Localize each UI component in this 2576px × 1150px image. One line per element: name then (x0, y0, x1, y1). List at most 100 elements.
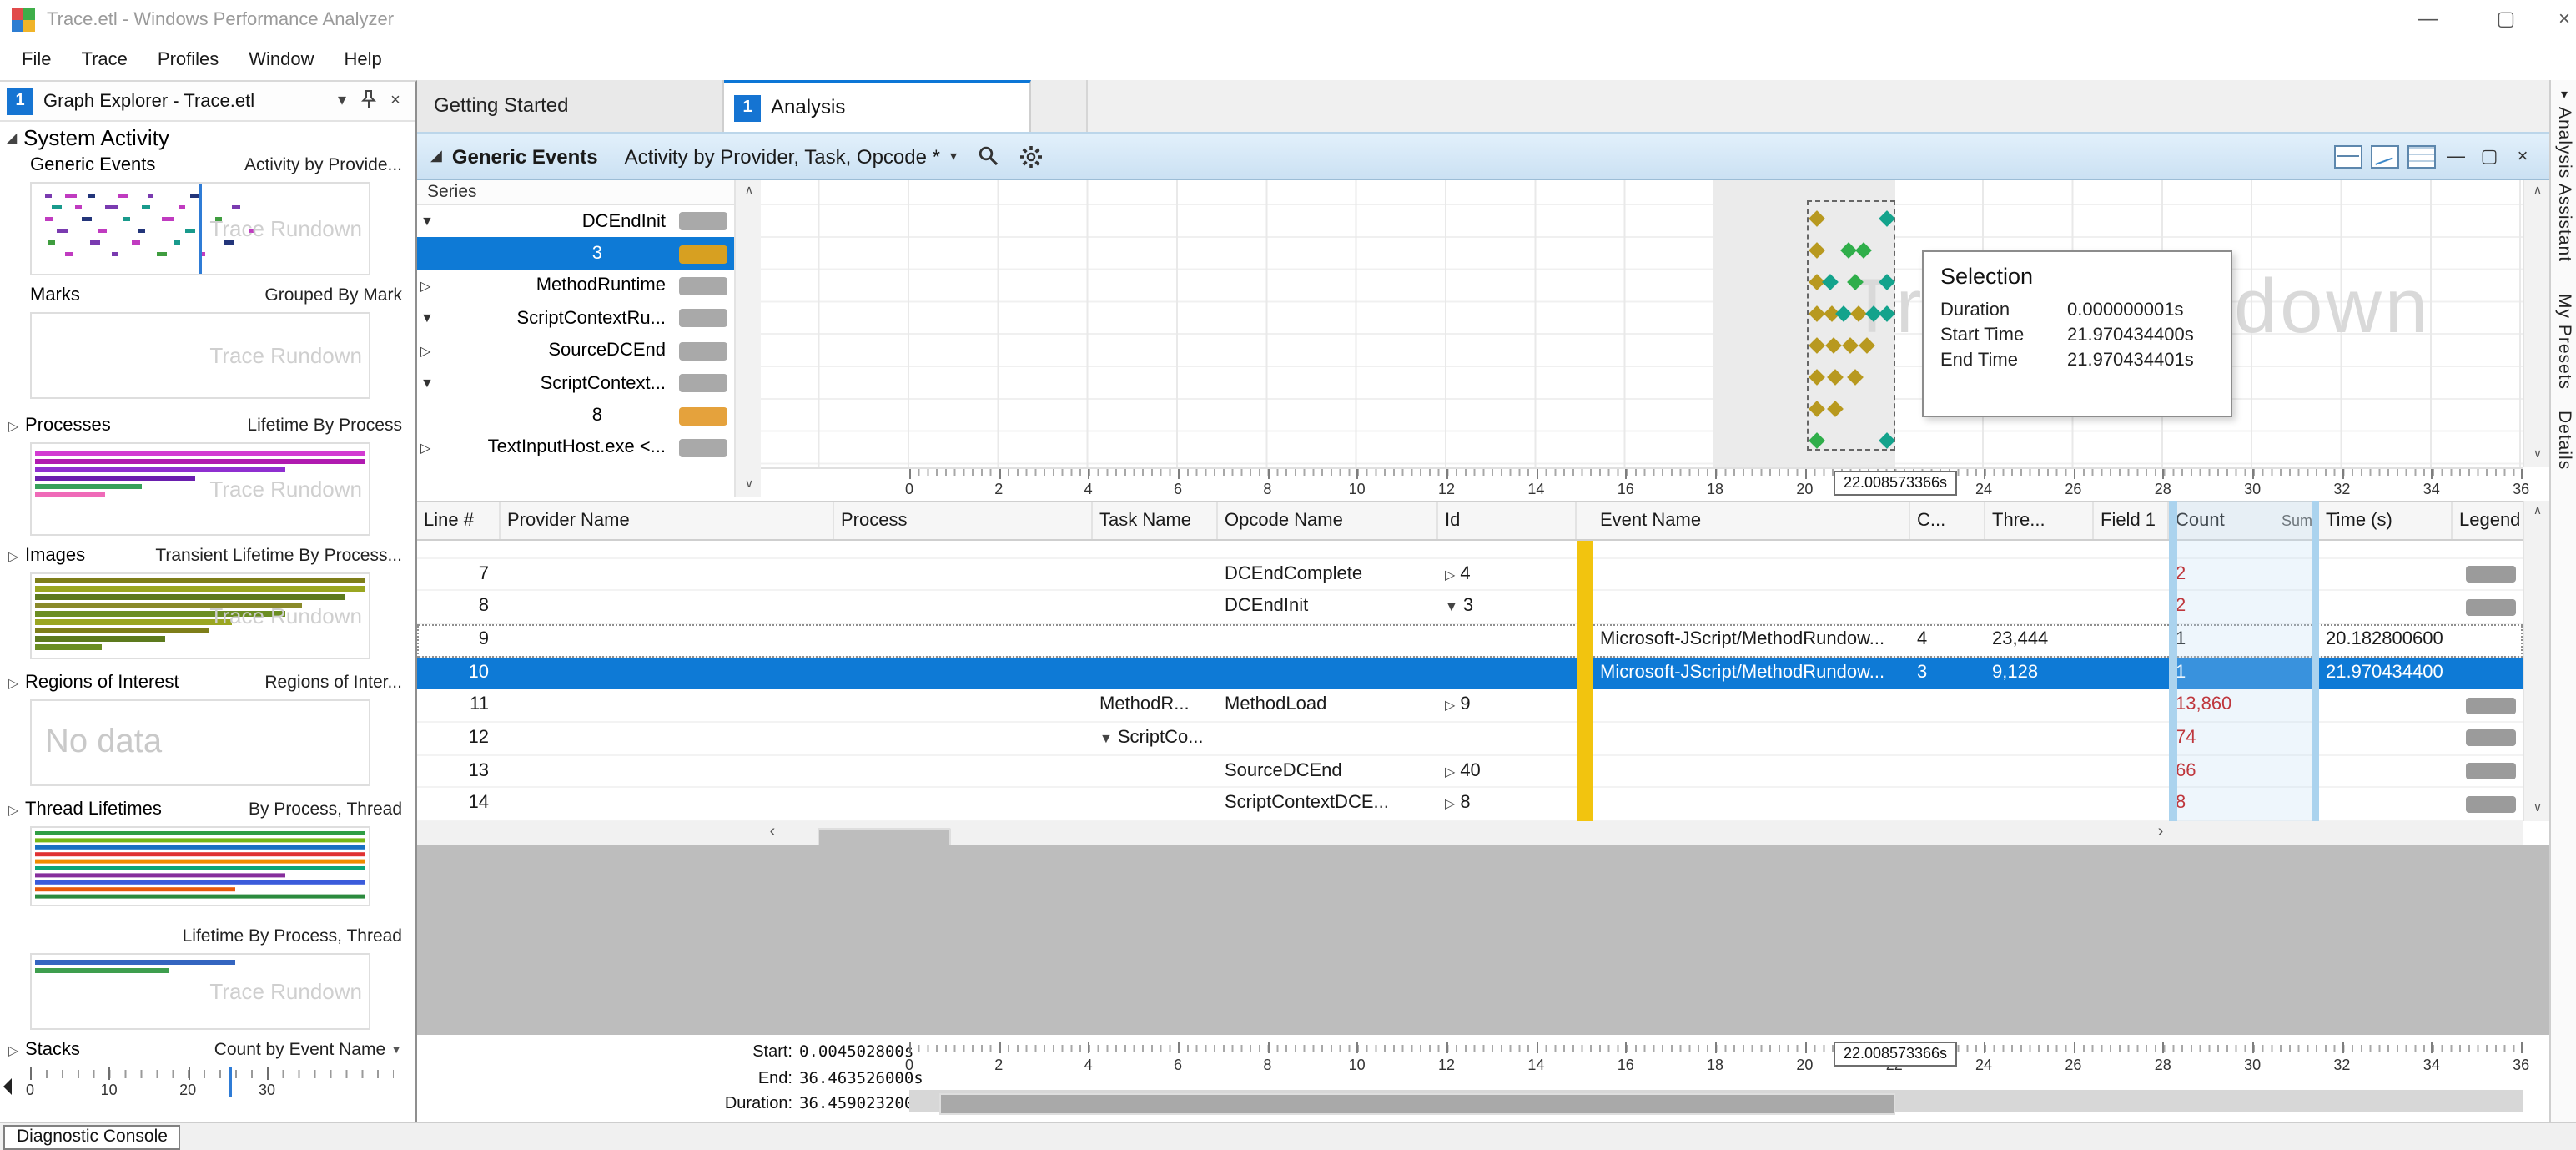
panel-menu-icon[interactable]: ▾ (329, 92, 355, 110)
column-header-thread[interactable]: Thre... (1985, 502, 2094, 539)
scroll-right-icon[interactable]: › (2149, 821, 2172, 845)
generic-events-chart[interactable]: Trace Rundown Selection Duration0.000000… (761, 180, 2523, 467)
series-expander-icon[interactable]: ▼ (420, 376, 437, 391)
graph-item-thread-lifetimes[interactable]: ▷ Thread Lifetimes By Process, Thread (0, 796, 415, 823)
thumbnail-regions[interactable]: No data (30, 699, 370, 786)
tab-analysis[interactable]: 1 Analysis (724, 80, 1031, 132)
series-row[interactable]: ▼ DCEndInit (417, 205, 734, 238)
panel-scroll-down-icon[interactable]: ▼ (390, 1044, 402, 1056)
expander-icon[interactable]: ▷ (8, 548, 25, 563)
column-header-process[interactable]: Process (834, 502, 1093, 539)
scrollbar-thumb[interactable] (939, 1093, 1895, 1115)
column-header-event-name[interactable]: Event Name (1593, 502, 1910, 539)
tab-details[interactable]: Details (2554, 411, 2574, 470)
row-expander-icon[interactable]: ▼ (1099, 731, 1113, 746)
series-expander-icon[interactable]: ▼ (420, 311, 437, 326)
menu-profiles[interactable]: Profiles (143, 40, 234, 80)
graph-item-regions-of-interest[interactable]: ▷ Regions of Interest Regions of Inter..… (0, 669, 415, 696)
series-scrollbar[interactable]: ∧ ∨ (734, 180, 789, 497)
series-row[interactable]: ▼ ScriptContextRu... (417, 302, 734, 335)
menu-file[interactable]: File (7, 40, 66, 80)
thumbnail-generic-events[interactable]: Trace Rundown (30, 182, 370, 275)
table-row[interactable]: 11 MethodR... MethodLoad ▷ 9 13,860 (417, 690, 2523, 723)
expander-icon[interactable]: ▷ (8, 802, 25, 817)
table-vertical-scrollbar[interactable]: ∧ ∨ (2523, 501, 2576, 821)
series-expander-icon[interactable]: ▷ (420, 279, 437, 294)
menu-trace[interactable]: Trace (66, 40, 142, 80)
thumbnail-thread-lifetimes[interactable] (30, 826, 370, 906)
thumbnail-images[interactable]: Trace Rundown (30, 572, 370, 659)
row-expander-icon[interactable]: ▷ (1445, 699, 1455, 714)
close-button[interactable]: × (2539, 0, 2576, 37)
chart-time-axis[interactable]: 22.008573366s 02468101214161820222426283… (761, 467, 2529, 501)
collapse-panel-icon[interactable] (3, 1078, 12, 1095)
table-row[interactable]: 9 Microsoft-JScript/MethodRundow... 4 23,44… (417, 623, 2523, 658)
thumbnail-marks[interactable]: Trace Rundown (30, 312, 370, 399)
bottom-time-axis[interactable]: 22.008573366s 02468101214161820222426283… (761, 1035, 2529, 1085)
graph-item-lifetime-by-process-thread[interactable]: Lifetime By Process, Thread (0, 923, 415, 950)
series-row[interactable]: ▷ SourceDCEnd (417, 335, 734, 367)
diagnostic-console-button[interactable]: Diagnostic Console (3, 1125, 181, 1150)
tab-my-presets[interactable]: My Presets (2554, 294, 2574, 390)
series-row[interactable]: ▼ ScriptContext... (417, 367, 734, 400)
menu-window[interactable]: Window (234, 40, 329, 80)
scroll-down-icon[interactable]: ∨ (2524, 798, 2551, 821)
scroll-left-icon[interactable]: ‹ (761, 821, 784, 845)
timeline-scrollbar[interactable] (909, 1090, 2523, 1115)
column-header-field1[interactable]: Field 1 (2094, 502, 2169, 539)
scroll-down-icon[interactable]: ∨ (736, 474, 762, 497)
pin-icon[interactable] (355, 89, 382, 113)
column-header-line[interactable]: Line # (417, 502, 501, 539)
table-row[interactable]: 6MethodDCEnd▷619,030 (417, 541, 2523, 558)
section-system-activity[interactable]: ◢ System Activity (0, 122, 415, 152)
table-row[interactable]: 10 Microsoft-JScript/MethodRundow... 3 9,12… (417, 657, 2523, 690)
column-header-provider[interactable]: Provider Name (501, 502, 834, 539)
panel-close-icon[interactable]: × (382, 92, 409, 110)
table-horizontal-scrollbar[interactable]: ‹ › (761, 821, 2172, 845)
column-header-opcode[interactable]: Opcode Name (1218, 502, 1438, 539)
expander-icon[interactable]: ▷ (8, 675, 25, 690)
series-row[interactable]: ▷ MethodRuntime (417, 270, 734, 303)
graph-item-processes[interactable]: ▷ Processes Lifetime By Process (0, 412, 415, 439)
view-minimize-icon[interactable]: — (2443, 146, 2469, 166)
column-header-legend[interactable]: Legend (2453, 502, 2523, 539)
menu-help[interactable]: Help (330, 40, 397, 80)
view-close-icon[interactable]: × (2509, 146, 2536, 166)
series-row[interactable]: 3 (417, 237, 734, 270)
series-expander-icon[interactable]: ▷ (420, 344, 437, 359)
table-row[interactable]: 14 ScriptContextDCE... ▷ 8 8 (417, 789, 2523, 821)
table-only-view-icon[interactable] (2407, 144, 2436, 168)
table-row[interactable]: 12 ▼ ScriptCo... 74 (417, 723, 2523, 756)
graph-item-images[interactable]: ▷ Images Transient Lifetime By Process..… (0, 542, 415, 569)
scrollbar-thumb[interactable] (818, 827, 951, 845)
scroll-up-icon[interactable]: ∧ (2524, 180, 2551, 204)
column-header-count[interactable]: Count Sum (2169, 502, 2319, 539)
scroll-down-icon[interactable]: ∨ (2524, 444, 2551, 467)
graph-item-marks[interactable]: Marks Grouped By Mark (0, 282, 415, 309)
expander-icon[interactable]: ▷ (8, 418, 25, 433)
table-row[interactable]: 13 SourceDCEnd ▷ 40 66 (417, 755, 2523, 789)
expander-icon[interactable]: ▷ (8, 1042, 25, 1057)
column-header-id[interactable]: Id (1438, 502, 1577, 539)
row-expander-icon[interactable]: ▷ (1445, 797, 1455, 812)
search-icon[interactable] (977, 145, 999, 167)
scroll-up-icon[interactable]: ∧ (2524, 501, 2551, 524)
strip-menu-icon[interactable]: ▾ (2551, 87, 2576, 102)
chart-vertical-scrollbar[interactable]: ∧ ∨ (2523, 180, 2576, 467)
series-expander-icon[interactable]: ▼ (420, 214, 437, 229)
thumbnail-lifetime-by-process-thread[interactable]: Trace Rundown (30, 953, 370, 1030)
column-header-c[interactable]: C... (1910, 502, 1985, 539)
section-expander-icon[interactable]: ◢ (7, 129, 23, 144)
row-expander-icon[interactable]: ▷ (1445, 567, 1455, 582)
tab-analysis-assistant[interactable]: Analysis Assistant (2554, 107, 2574, 262)
preset-dropdown-icon[interactable]: ▾ (950, 149, 957, 164)
minimize-button[interactable]: — (2402, 0, 2453, 37)
thumbnail-processes[interactable]: Trace Rundown (30, 442, 370, 536)
table-row[interactable]: 7 DCEndComplete ▷ 4 2 (417, 558, 2523, 592)
series-row[interactable]: 8 (417, 400, 734, 432)
aggregation-mode-label[interactable]: Sum (2282, 502, 2312, 539)
column-header-time[interactable]: Time (s) (2319, 502, 2453, 539)
preset-selector[interactable]: Activity by Provider, Task, Opcode * (625, 144, 940, 168)
tab-getting-started[interactable]: Getting Started (417, 80, 724, 132)
series-expander-icon[interactable]: ▷ (420, 441, 437, 456)
